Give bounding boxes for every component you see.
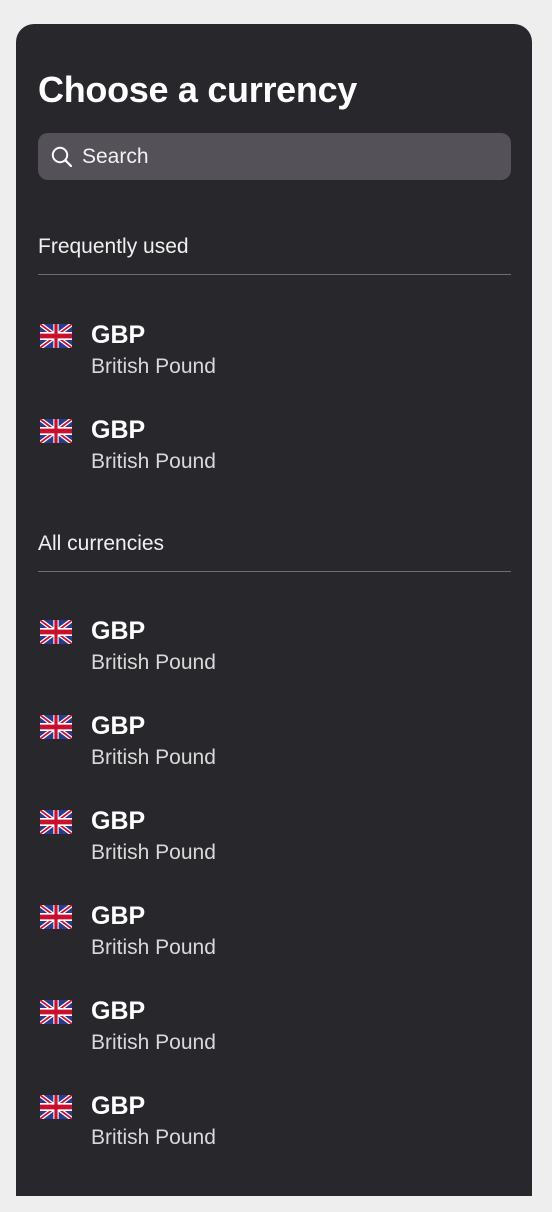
currency-name: British Pound (91, 841, 216, 864)
uk-flag-icon (40, 419, 72, 443)
currency-code: GBP (91, 807, 146, 835)
section-title-all-currencies: All currencies (38, 532, 165, 555)
currency-code: GBP (91, 712, 146, 740)
section-title-frequently-used: Frequently used (38, 235, 189, 258)
section-divider (38, 274, 511, 275)
search-icon (51, 146, 73, 167)
uk-flag-icon (40, 905, 72, 929)
uk-flag-icon (40, 1095, 72, 1119)
currency-name: British Pound (91, 651, 216, 674)
search-field[interactable] (38, 133, 511, 180)
currency-item-gbp[interactable]: GBP British Pound (38, 807, 511, 874)
currency-code: GBP (91, 321, 146, 349)
search-input[interactable] (82, 144, 482, 169)
uk-flag-icon (40, 1000, 72, 1024)
uk-flag-icon (40, 810, 72, 834)
currency-name: British Pound (91, 1031, 216, 1054)
currency-code: GBP (91, 416, 146, 444)
currency-name: British Pound (91, 355, 216, 378)
currency-item-gbp[interactable]: GBP British Pound (38, 617, 511, 684)
currency-name: British Pound (91, 1126, 216, 1149)
uk-flag-icon (40, 620, 72, 644)
currency-code: GBP (91, 1092, 146, 1120)
section-divider (38, 571, 511, 572)
currency-code: GBP (91, 902, 146, 930)
currency-item-gbp[interactable]: GBP British Pound (38, 712, 511, 779)
uk-flag-icon (40, 324, 72, 348)
currency-code: GBP (91, 617, 146, 645)
currency-item-gbp[interactable]: GBP British Pound (38, 997, 511, 1064)
uk-flag-icon (40, 715, 72, 739)
currency-item-gbp[interactable]: GBP British Pound (38, 416, 511, 483)
currency-item-gbp[interactable]: GBP British Pound (38, 321, 511, 388)
currency-picker-panel: Choose a currency Frequently used GBP Br… (16, 24, 532, 1196)
page-title: Choose a currency (38, 69, 358, 110)
currency-name: British Pound (91, 936, 216, 959)
currency-name: British Pound (91, 450, 216, 473)
currency-name: British Pound (91, 746, 216, 769)
currency-item-gbp[interactable]: GBP British Pound (38, 902, 511, 969)
currency-item-gbp[interactable]: GBP British Pound (38, 1092, 511, 1159)
currency-code: GBP (91, 997, 146, 1025)
